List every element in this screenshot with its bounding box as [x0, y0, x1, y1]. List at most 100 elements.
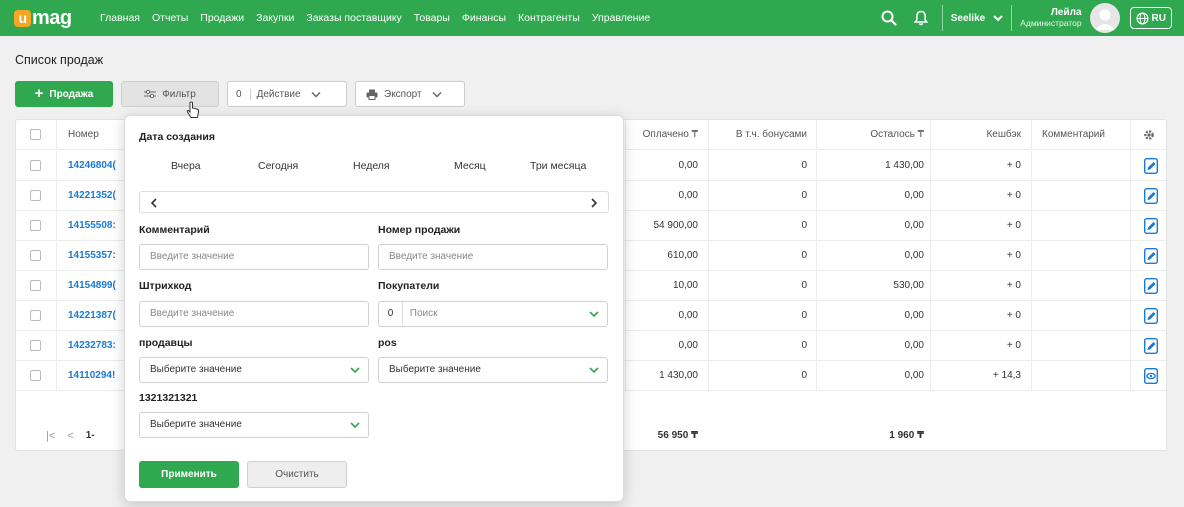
edit-icon[interactable]	[1144, 188, 1158, 204]
sale-number-link[interactable]: 14232783:	[68, 331, 116, 361]
sale-number-link[interactable]: 14110294!	[68, 361, 115, 391]
row-checkbox[interactable]	[30, 340, 41, 351]
cashback-amount: + 0	[1006, 160, 1021, 171]
pos-select[interactable]: Выберите значение	[378, 357, 608, 383]
barcode-input[interactable]: Введите значение	[139, 301, 369, 327]
nav-item-sales[interactable]: Продажи	[200, 12, 244, 24]
sale-number-link[interactable]: 14155357:	[68, 241, 116, 271]
row-checkbox[interactable]	[30, 190, 41, 201]
chevron-right-icon[interactable]	[590, 198, 598, 208]
edit-icon[interactable]	[1144, 338, 1158, 354]
view-icon[interactable]	[1144, 368, 1158, 384]
divider	[1011, 5, 1013, 31]
period-month[interactable]: Месяц	[454, 160, 486, 172]
edit-icon[interactable]	[1144, 308, 1158, 324]
buyers-count: 0	[379, 302, 403, 326]
paid-amount: 10,00	[672, 280, 698, 291]
hand-cursor-icon	[186, 101, 200, 118]
period-today[interactable]: Сегодня	[258, 160, 298, 172]
row-checkbox[interactable]	[30, 160, 41, 171]
chevron-down-icon	[993, 15, 1003, 22]
sale-number-link[interactable]: 14221387(	[68, 301, 116, 331]
nav-item-home[interactable]: Главная	[100, 12, 140, 24]
export-button[interactable]: Экспорт	[355, 81, 465, 107]
export-label: Экспорт	[384, 88, 422, 100]
add-sale-button[interactable]: + Продажа	[15, 81, 113, 107]
language-selector[interactable]: RU	[1129, 7, 1172, 29]
cashback-amount: + 0	[1006, 190, 1021, 201]
remaining-total: 1 960 ₸	[889, 430, 924, 441]
nav-item-purchases[interactable]: Закупки	[256, 12, 294, 24]
nav-item-management[interactable]: Управление	[592, 12, 650, 24]
bell-icon[interactable]	[908, 5, 934, 31]
chevron-left-icon[interactable]	[150, 198, 158, 208]
col-header-cashback[interactable]: Кешбэк	[931, 120, 1021, 150]
nav-item-reports[interactable]: Отчеты	[152, 12, 188, 24]
sale-number-link[interactable]: 14155508:	[68, 211, 116, 241]
remaining-amount: 0,00	[904, 370, 924, 381]
row-checkbox[interactable]	[30, 220, 41, 231]
sale-number-link[interactable]: 14221352(	[68, 181, 116, 211]
sellers-select[interactable]: Выберите значение	[139, 357, 369, 383]
search-icon[interactable]	[876, 5, 902, 31]
col-header-number[interactable]: Номер	[68, 120, 99, 150]
period-week[interactable]: Неделя	[353, 160, 390, 172]
cashback-amount: + 0	[1006, 310, 1021, 321]
cashback-amount: + 0	[1006, 250, 1021, 261]
paid-amount: 1 430,00	[659, 370, 698, 381]
clear-button[interactable]: Очистить	[247, 461, 347, 488]
bonus-amount: 0	[801, 280, 807, 291]
bonus-amount: 0	[801, 370, 807, 381]
period-yesterday[interactable]: Вчера	[171, 160, 201, 172]
nav-item-finance[interactable]: Финансы	[462, 12, 506, 24]
action-button[interactable]: 0 Действие	[227, 81, 347, 107]
edit-icon[interactable]	[1144, 248, 1158, 264]
umag-logo[interactable]: u mag	[14, 7, 84, 30]
chevron-down-icon	[350, 422, 360, 429]
chevron-down-icon	[350, 367, 360, 374]
row-checkbox[interactable]	[30, 250, 41, 261]
remaining-amount: 0,00	[904, 310, 924, 321]
nav-item-counterparties[interactable]: Контрагенты	[518, 12, 580, 24]
buyers-select[interactable]: 0 Поиск	[378, 301, 608, 327]
first-page-icon[interactable]: |<	[46, 421, 55, 451]
col-header-remaining[interactable]: Осталось ₸	[826, 120, 924, 150]
prev-page-icon[interactable]: <	[67, 421, 73, 451]
apply-button[interactable]: Применить	[139, 461, 239, 488]
toolbar: + Продажа Фильтр 0 Действие Экспорт	[15, 81, 465, 107]
sale-number-input[interactable]: Введите значение	[378, 244, 608, 270]
gear-icon[interactable]	[1143, 129, 1155, 141]
chevron-down-icon	[311, 91, 321, 98]
sellers-value: Выберите значение	[150, 364, 242, 375]
col-header-comment[interactable]: Комментарий	[1042, 120, 1105, 150]
avatar[interactable]	[1089, 3, 1120, 33]
user-info[interactable]: Лейла Администратор	[1020, 7, 1081, 29]
row-checkbox[interactable]	[30, 310, 41, 321]
paid-amount: 54 900,00	[653, 220, 699, 231]
sale-number-link[interactable]: 14154899(	[68, 271, 116, 301]
filter-button[interactable]: Фильтр	[121, 81, 219, 107]
cashback-amount: + 0	[1006, 340, 1021, 351]
page-range: 1-	[85, 430, 95, 441]
comment-label: Комментарий	[139, 224, 210, 236]
date-range-navigator	[139, 191, 609, 213]
period-three-months[interactable]: Три месяца	[530, 160, 586, 172]
edit-icon[interactable]	[1144, 158, 1158, 174]
edit-icon[interactable]	[1144, 218, 1158, 234]
store-selector[interactable]: Seelike	[951, 13, 1003, 24]
sale-number-link[interactable]: 14246804(	[68, 151, 116, 181]
bonus-amount: 0	[801, 310, 807, 321]
remaining-amount: 0,00	[904, 340, 924, 351]
custom-field-select[interactable]: Выберите значение	[139, 412, 369, 438]
pos-label: pos	[378, 337, 397, 349]
nav-item-supplier-orders[interactable]: Заказы поставщику	[306, 12, 401, 24]
edit-icon[interactable]	[1144, 278, 1158, 294]
col-header-paid[interactable]: Оплачено ₸	[628, 120, 698, 150]
col-header-bonus[interactable]: В т.ч. бонусами	[711, 120, 807, 150]
row-checkbox[interactable]	[30, 370, 41, 381]
comment-input[interactable]: Введите значение	[139, 244, 369, 270]
row-checkbox[interactable]	[30, 280, 41, 291]
sale-number-label: Номер продажи	[378, 224, 461, 236]
select-all-checkbox[interactable]	[30, 129, 41, 140]
nav-item-products[interactable]: Товары	[414, 12, 450, 24]
